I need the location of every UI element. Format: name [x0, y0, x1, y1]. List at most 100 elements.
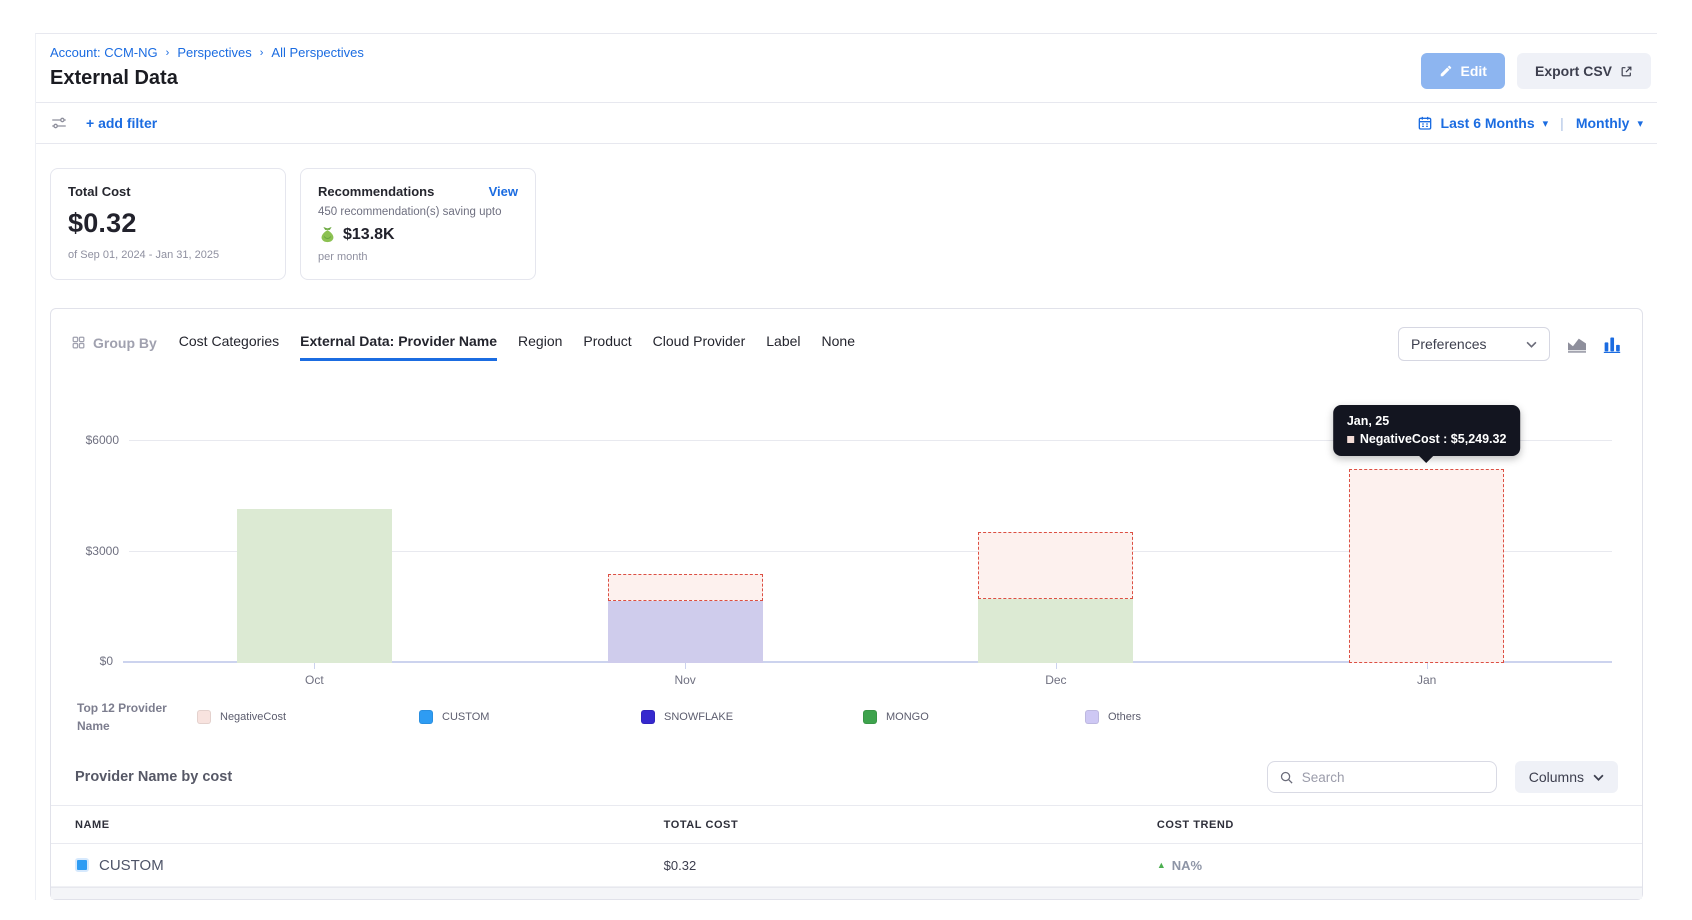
bar-oct[interactable]: [129, 509, 500, 663]
search-input[interactable]: [1302, 770, 1485, 785]
recommendations-view-link[interactable]: View: [489, 184, 518, 199]
legend-label: Others: [1108, 711, 1141, 723]
legend-item-snowflake[interactable]: SNOWFLAKE: [641, 710, 863, 724]
legend-swatch: [197, 710, 211, 724]
search-icon: [1279, 770, 1294, 785]
tab-region[interactable]: Region: [518, 333, 562, 361]
external-link-icon: [1620, 65, 1633, 78]
preferences-dropdown[interactable]: Preferences: [1398, 327, 1550, 361]
chevron-down-icon: [1593, 774, 1604, 781]
pencil-icon: [1439, 64, 1453, 78]
bar-segment-negativecost[interactable]: [978, 532, 1133, 599]
group-by-label: Group By: [93, 335, 157, 351]
chevron-down-icon: [1526, 341, 1537, 348]
tab-cost-categories[interactable]: Cost Categories: [179, 333, 279, 361]
legend-item-custom[interactable]: CUSTOM: [419, 710, 641, 724]
divider: |: [1556, 115, 1568, 131]
total-cost-value: $0.32: [68, 208, 268, 239]
recommendations-card: Recommendations View 450 recommendation(…: [300, 168, 536, 280]
legend-title: Top 12 Provider Name: [77, 699, 197, 735]
tab-none[interactable]: None: [822, 333, 855, 361]
export-csv-label: Export CSV: [1535, 63, 1612, 79]
bar-segment-negativecost[interactable]: [608, 574, 763, 601]
table-row-partial: [51, 887, 1642, 899]
tab-cloud-provider[interactable]: Cloud Provider: [653, 333, 746, 361]
tooltip-title: Jan, 25: [1347, 414, 1507, 428]
provider-color-swatch: [75, 858, 89, 872]
tooltip-arrow: [1420, 456, 1434, 463]
legend-label: MONGO: [886, 711, 929, 723]
breadcrumb-account[interactable]: Account: CCM-NG: [50, 45, 158, 60]
summary-section: Total Cost $0.32 of Sep 01, 2024 - Jan 3…: [36, 144, 1657, 308]
legend-swatch: [419, 710, 433, 724]
chart-tooltip: Jan, 25 NegativeCost : $5,249.32: [1333, 405, 1521, 456]
col-cost-trend[interactable]: COST TREND: [1133, 806, 1642, 844]
bar-nov[interactable]: [500, 574, 871, 663]
add-filter-button[interactable]: + add filter: [86, 115, 157, 131]
grid-icon: [71, 335, 86, 350]
bar-dec[interactable]: [871, 532, 1242, 663]
legend-label: SNOWFLAKE: [664, 711, 733, 723]
total-cost-period: of Sep 01, 2024 - Jan 31, 2025: [68, 249, 268, 261]
x-axis-tick: [314, 663, 315, 669]
total-cost-title: Total Cost: [68, 184, 268, 199]
x-axis-label: Dec: [1045, 673, 1066, 687]
breadcrumb-perspectives[interactable]: Perspectives: [177, 45, 251, 60]
breadcrumb-all-perspectives[interactable]: All Perspectives: [271, 45, 363, 60]
col-name[interactable]: NAME: [51, 806, 640, 844]
export-csv-button[interactable]: Export CSV: [1517, 53, 1651, 89]
legend-label: NegativeCost: [220, 711, 286, 723]
total-cost-card: Total Cost $0.32 of Sep 01, 2024 - Jan 3…: [50, 168, 286, 280]
tab-external-data-provider-name[interactable]: External Data: Provider Name: [300, 333, 497, 361]
group-by-row: Group By Cost Categories External Data: …: [51, 309, 1642, 367]
tooltip-series-swatch: [1347, 436, 1354, 443]
filter-bar: + add filter Last 6 Months ▾ | Monthly ▾: [36, 102, 1657, 144]
table-row[interactable]: CUSTOM $0.32 ▲ NA%: [51, 844, 1642, 887]
bar-chart-icon[interactable]: [1602, 335, 1622, 353]
tab-product[interactable]: Product: [583, 333, 631, 361]
preferences-label: Preferences: [1411, 336, 1486, 352]
edit-button[interactable]: Edit: [1421, 53, 1505, 89]
legend-item-mongo[interactable]: MONGO: [863, 710, 1085, 724]
x-axis-label: Oct: [305, 673, 324, 687]
recommendations-savings: $13.8K: [343, 226, 395, 244]
area-chart-icon[interactable]: [1566, 335, 1588, 353]
bar-segment-snowflake[interactable]: [608, 601, 763, 663]
cost-chart: $6000 $3000 $0 Jan, 25 NegativeCost : $5…: [77, 377, 1616, 689]
bar-segment-mongo[interactable]: [237, 509, 392, 663]
chevron-down-icon: ▾: [1543, 117, 1549, 130]
y-axis-label: $3000: [86, 544, 119, 558]
legend-label: CUSTOM: [442, 711, 489, 723]
date-range-dropdown[interactable]: Last 6 Months: [1441, 115, 1535, 131]
bar-segment-mongo[interactable]: [978, 599, 1133, 663]
page-header: Account: CCM-NG › Perspectives › All Per…: [36, 34, 1657, 102]
columns-label: Columns: [1529, 769, 1584, 785]
x-axis-tick: [1056, 663, 1057, 669]
x-axis-tick: [1427, 663, 1428, 669]
y-axis-label: $6000: [86, 433, 119, 447]
page-title: External Data: [50, 67, 364, 90]
money-bag-icon: [318, 225, 337, 244]
legend-item-negativecost[interactable]: NegativeCost: [197, 710, 419, 724]
chart-plot: $6000 $3000 $0 Jan, 25 NegativeCost : $5…: [129, 377, 1612, 663]
table-title: Provider Name by cost: [75, 769, 232, 785]
x-axis-label: Nov: [674, 673, 695, 687]
breadcrumb-separator-icon: ›: [166, 47, 170, 59]
provider-total-cost: $0.32: [640, 844, 1133, 887]
legend-swatch: [641, 710, 655, 724]
legend-items: NegativeCost CUSTOM SNOWFLAKE MONGO Others: [197, 710, 1616, 724]
chevron-down-icon: ▾: [1637, 117, 1643, 130]
tab-label[interactable]: Label: [766, 333, 800, 361]
trend-value: NA%: [1172, 858, 1202, 873]
granularity-dropdown[interactable]: Monthly: [1576, 115, 1630, 131]
col-total-cost[interactable]: TOTAL COST: [640, 806, 1133, 844]
bar-jan[interactable]: [1241, 469, 1612, 663]
legend-item-others[interactable]: Others: [1085, 710, 1307, 724]
columns-button[interactable]: Columns: [1515, 761, 1618, 793]
page: Account: CCM-NG › Perspectives › All Per…: [35, 33, 1657, 900]
bar-segment-negativecost[interactable]: [1349, 469, 1504, 663]
perspective-card: Group By Cost Categories External Data: …: [50, 308, 1643, 900]
filter-sliders-icon[interactable]: [50, 114, 68, 132]
tooltip-value: NegativeCost : $5,249.32: [1360, 432, 1507, 446]
x-axis-label: Jan: [1417, 673, 1436, 687]
